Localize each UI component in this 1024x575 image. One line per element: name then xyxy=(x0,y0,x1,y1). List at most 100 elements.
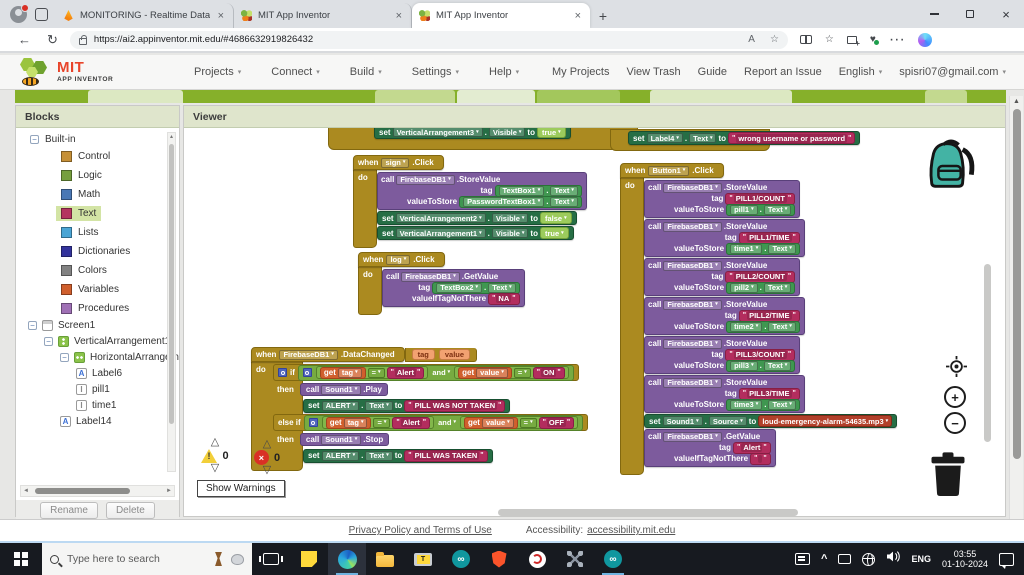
component-getter-block[interactable]: pill3 ▾. Text ▾ xyxy=(726,359,796,372)
block-dropdown[interactable]: FirebaseDB1 ▾ xyxy=(663,260,722,271)
backpack-icon[interactable] xyxy=(920,134,982,201)
component-getter-block[interactable]: time2 ▾. Text ▾ xyxy=(726,320,800,333)
text-string-block[interactable]: " OFF " xyxy=(538,416,575,429)
block-dropdown[interactable]: FirebaseDB1 ▾ xyxy=(663,221,722,232)
canvas-horizontal-scrollbar[interactable] xyxy=(498,509,798,516)
text-string-block[interactable]: " PILL WAS TAKEN " xyxy=(404,449,488,462)
text-string-block[interactable]: " Alert " xyxy=(733,441,771,454)
block-dropdown[interactable]: Visible ▾ xyxy=(491,228,529,238)
network-icon[interactable] xyxy=(862,552,876,566)
block-dropdown[interactable]: PasswordTextBox1 ▾ xyxy=(463,196,545,207)
block-dropdown[interactable]: tag ▾ xyxy=(337,367,362,378)
set-block[interactable]: set VerticalArrangement3 ▾. Visible ▾ to true ▾ xyxy=(374,128,571,139)
scroll-up-icon[interactable]: ▲ xyxy=(1010,96,1023,108)
tree-item-screen1[interactable]: − Screen1 xyxy=(28,320,179,331)
account-menu[interactable]: spisri07@gmail.com ▾ xyxy=(899,66,1006,78)
collapse-icon[interactable]: − xyxy=(44,337,53,346)
mutator-icon[interactable] xyxy=(302,368,312,377)
block-dropdown[interactable]: FirebaseDB1 ▾ xyxy=(396,174,455,185)
block-dropdown[interactable]: Sound1 ▾ xyxy=(321,384,362,395)
block-dropdown[interactable]: Text ▾ xyxy=(365,400,393,411)
set-block[interactable]: set VerticalArrangement2 ▾. Visible ▾ to false… xyxy=(377,211,577,225)
text-string-block[interactable]: " PILL1/TIME " xyxy=(738,231,800,244)
tray-device-icon[interactable] xyxy=(838,554,852,564)
restore-button[interactable] xyxy=(952,0,988,28)
block-dropdown[interactable]: TextBox2 ▾ xyxy=(436,282,482,293)
show-warnings-button[interactable]: Show Warnings xyxy=(197,480,285,497)
block-dropdown[interactable]: TextBox1 ▾ xyxy=(498,185,545,196)
block-dropdown[interactable]: Text ▾ xyxy=(550,185,578,196)
link-view-trash[interactable]: View Trash xyxy=(626,66,680,78)
task-view-button[interactable] xyxy=(252,543,290,575)
block-dropdown[interactable]: time1 ▾ xyxy=(730,243,763,254)
block-dropdown[interactable]: FirebaseDB1 ▾ xyxy=(279,349,338,360)
block-dropdown[interactable]: Visible ▾ xyxy=(491,213,529,223)
call-block[interactable]: call Sound1 ▾ .Play xyxy=(299,383,388,396)
block-dropdown[interactable]: tag ▾ xyxy=(343,417,368,428)
event-block-header[interactable]: when Button1 ▾ .Click xyxy=(620,163,724,178)
notification-center-icon[interactable] xyxy=(999,552,1014,569)
block-dropdown[interactable]: Text ▾ xyxy=(689,133,717,143)
block-dropdown[interactable]: Label4 ▾ xyxy=(646,133,683,143)
palette-item-procedures[interactable]: Procedures xyxy=(56,301,134,316)
block-row[interactable]: then call Sound1 ▾ .Play xyxy=(277,382,388,397)
block-dropdown[interactable]: ALERT ▾ xyxy=(321,450,360,461)
block-dropdown[interactable]: pill1 ▾ xyxy=(730,204,758,215)
error-icon[interactable]: × xyxy=(253,450,269,465)
palette-item-math[interactable]: Math xyxy=(56,187,105,202)
sound-source-dropdown[interactable]: loud-emergency-alarm-54635.mp3 ▾ xyxy=(758,415,893,427)
arduino-ide-button[interactable]: ∞ xyxy=(594,543,632,575)
link-my-projects[interactable]: My Projects xyxy=(552,66,609,78)
tree-item-time1[interactable]: Itime1 xyxy=(76,400,179,411)
component-getter-block[interactable]: TextBox2 ▾. Text ▾ xyxy=(432,281,520,294)
collapse-down-icon[interactable]: ▽ xyxy=(263,465,271,476)
collapse-icon[interactable]: − xyxy=(60,353,69,362)
collapse-icon[interactable]: − xyxy=(30,135,39,144)
palette-item-variables[interactable]: Variables xyxy=(56,282,124,297)
nav-projects[interactable]: Projects ▾ xyxy=(194,66,241,78)
scrollbar-thumb[interactable] xyxy=(35,488,130,494)
scroll-up-icon[interactable]: ▴ xyxy=(168,133,175,142)
back-icon[interactable]: ← xyxy=(18,32,31,47)
call-block[interactable]: call FirebaseDB1 ▾ .StoreValue tag TextBox1 ▾.… xyxy=(377,172,587,210)
call-block[interactable]: call FirebaseDB1 ▾ .StoreValue tag " PILL1/COU… xyxy=(644,180,801,218)
tab-close-icon[interactable]: × xyxy=(573,10,583,22)
browser-profile-icon[interactable] xyxy=(10,4,29,23)
delete-button[interactable]: Delete xyxy=(105,501,155,519)
rename-button[interactable]: Rename xyxy=(40,501,98,519)
nav-settings[interactable]: Settings ▾ xyxy=(412,66,459,78)
event-block-header[interactable]: when FirebaseDB1 ▾ .DataChanged xyxy=(251,347,405,362)
block-dropdown[interactable]: Text ▾ xyxy=(768,321,796,332)
block-row[interactable]: then call Sound1 ▾ .Stop xyxy=(277,432,390,447)
text-string-block[interactable]: " wrong username or password " xyxy=(728,132,856,144)
block-dropdown[interactable]: log ▾ xyxy=(386,254,411,265)
read-aloud-icon[interactable]: A xyxy=(748,34,755,45)
block-dropdown[interactable]: Sound1 ▾ xyxy=(662,416,703,426)
file-explorer-button[interactable] xyxy=(366,543,404,575)
block-dropdown[interactable]: Text ▾ xyxy=(768,399,796,410)
split-screen-icon[interactable] xyxy=(799,35,812,44)
hidden-icons-caret[interactable]: ^ xyxy=(821,553,827,565)
text-string-block[interactable]: " PILL2/COUNT " xyxy=(725,270,796,283)
brave-button[interactable] xyxy=(480,543,518,575)
nav-connect[interactable]: Connect ▾ xyxy=(271,66,320,78)
text-string-block[interactable]: " PILL3/COUNT " xyxy=(725,348,796,361)
start-button[interactable] xyxy=(0,543,42,575)
boolean-dropdown[interactable]: false ▾ xyxy=(539,212,572,224)
compare-block[interactable]: get value ▾ = ▾ " ON " xyxy=(454,366,569,379)
tree-vertical-scrollbar[interactable]: ▴ xyxy=(167,132,176,472)
palette-item-text[interactable]: Text xyxy=(56,206,102,221)
palette-item-logic[interactable]: Logic xyxy=(56,168,107,183)
copilot-icon[interactable] xyxy=(917,32,932,47)
warning-icon[interactable] xyxy=(201,448,218,463)
call-block[interactable]: call Sound1 ▾ .Stop xyxy=(299,433,390,446)
refresh-icon[interactable]: ↻ xyxy=(47,32,58,48)
equals-dropdown[interactable]: = ▾ xyxy=(519,417,537,428)
text-string-block[interactable]: " Alert " xyxy=(392,416,431,429)
component-getter-block[interactable]: PasswordTextBox1 ▾. Text ▾ xyxy=(459,195,582,208)
block-dropdown[interactable]: sign ▾ xyxy=(381,157,410,168)
blocks-group-when-firebasedb1-datachanged[interactable]: when FirebaseDB1 ▾ .DataChanged tag value do if… xyxy=(251,347,589,471)
block-row[interactable]: set ALERT ▾. Text ▾ to " PILL WAS TAKEN " xyxy=(303,448,493,463)
tab-close-icon[interactable]: × xyxy=(394,10,404,22)
zoom-in-icon[interactable]: + xyxy=(944,386,966,408)
